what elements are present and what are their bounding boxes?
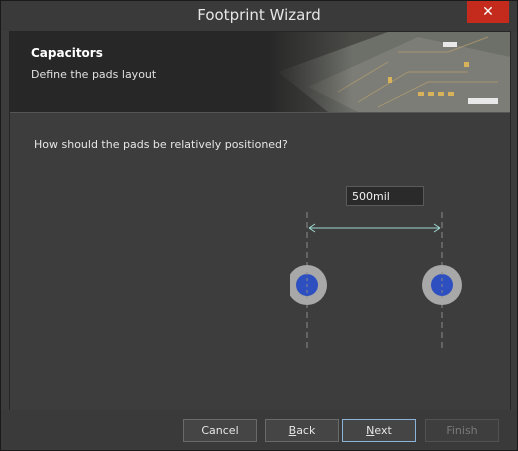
finish-button[interactable]: Finish	[425, 419, 499, 442]
footprint-wizard-window: Footprint Wizard ✕ Capacitors Define the…	[0, 0, 518, 451]
wizard-header: Capacitors Define the pads layout	[10, 32, 510, 112]
header-divider	[10, 112, 510, 113]
back-button[interactable]: Back	[265, 419, 339, 442]
pcb-banner-image	[268, 32, 510, 112]
close-button[interactable]: ✕	[467, 1, 509, 23]
back-label: ack	[296, 424, 316, 437]
pad-layout-diagram	[290, 212, 462, 352]
pad-spacing-input[interactable]	[346, 186, 424, 206]
close-icon: ✕	[482, 4, 494, 20]
page-subtitle: Define the pads layout	[31, 68, 157, 81]
next-label: ext	[374, 424, 392, 437]
window-title: Footprint Wizard	[197, 6, 321, 24]
page-title: Capacitors	[31, 46, 103, 60]
next-button[interactable]: Next	[342, 419, 416, 442]
question-label: How should the pads be relatively positi…	[34, 138, 288, 151]
button-bar: Cancel Back Next Finish	[1, 410, 517, 450]
title-bar: Footprint Wizard ✕	[1, 1, 517, 31]
wizard-page: Capacitors Define the pads layout How sh…	[9, 31, 511, 411]
cancel-button[interactable]: Cancel	[183, 419, 257, 442]
